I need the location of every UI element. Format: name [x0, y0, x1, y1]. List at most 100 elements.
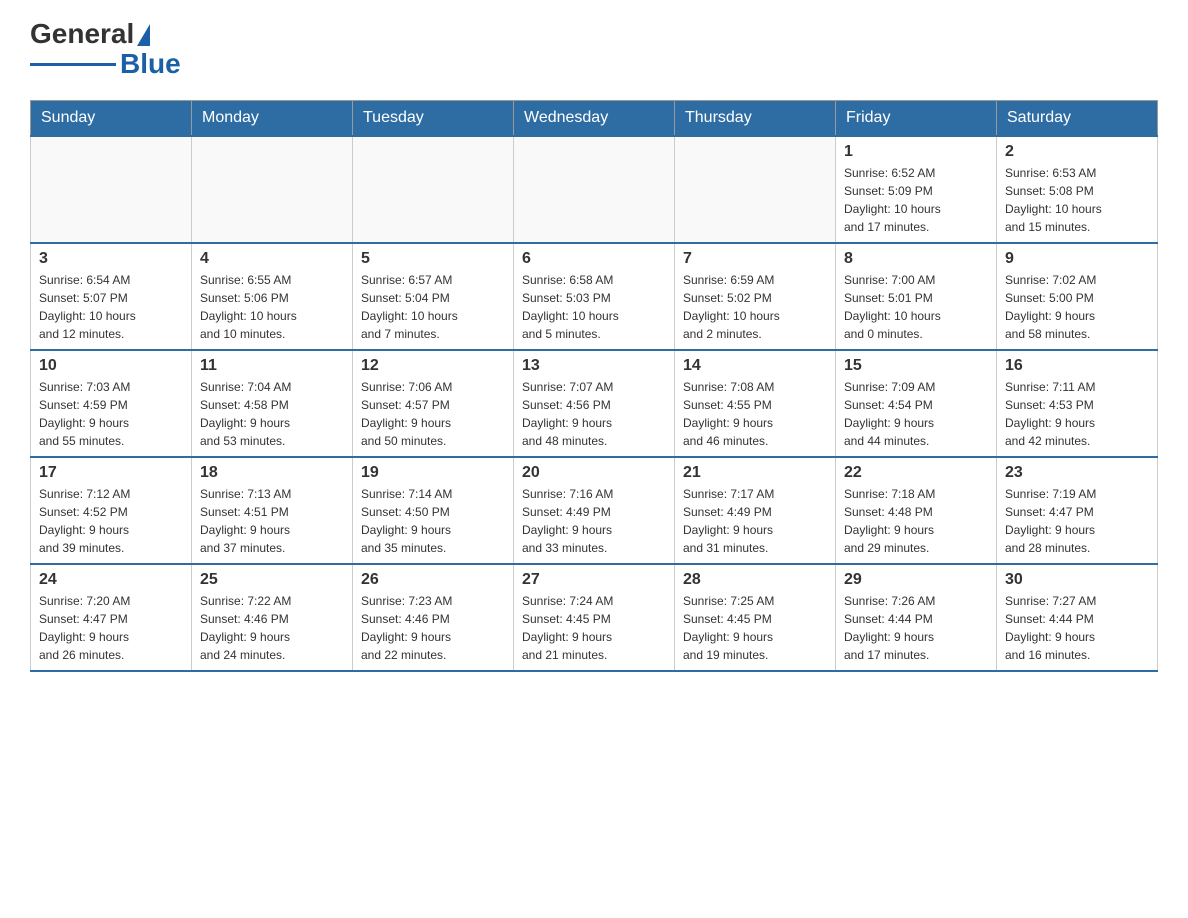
day-number: 22	[844, 464, 988, 482]
calendar-day-cell	[675, 136, 836, 243]
logo-line	[30, 63, 116, 66]
day-info: Sunrise: 7:25 AM Sunset: 4:45 PM Dayligh…	[683, 592, 827, 664]
calendar-day-cell: 3Sunrise: 6:54 AM Sunset: 5:07 PM Daylig…	[31, 243, 192, 350]
calendar-day-cell: 6Sunrise: 6:58 AM Sunset: 5:03 PM Daylig…	[514, 243, 675, 350]
day-number: 25	[200, 571, 344, 589]
day-info: Sunrise: 7:11 AM Sunset: 4:53 PM Dayligh…	[1005, 378, 1149, 450]
calendar-week-row: 3Sunrise: 6:54 AM Sunset: 5:07 PM Daylig…	[31, 243, 1158, 350]
day-info: Sunrise: 7:26 AM Sunset: 4:44 PM Dayligh…	[844, 592, 988, 664]
day-info: Sunrise: 7:22 AM Sunset: 4:46 PM Dayligh…	[200, 592, 344, 664]
day-info: Sunrise: 7:16 AM Sunset: 4:49 PM Dayligh…	[522, 485, 666, 557]
day-info: Sunrise: 7:00 AM Sunset: 5:01 PM Dayligh…	[844, 271, 988, 343]
day-number: 23	[1005, 464, 1149, 482]
calendar-day-cell: 5 Sunrise: 6:57 AM Sunset: 5:04 PM Daylig…	[353, 243, 514, 350]
day-number: 24	[39, 571, 183, 589]
day-info: Sunrise: 7:08 AM Sunset: 4:55 PM Dayligh…	[683, 378, 827, 450]
day-number: 1	[844, 143, 988, 161]
calendar-day-cell: 4 Sunrise: 6:55 AM Sunset: 5:06 PM Daylig…	[192, 243, 353, 350]
weekday-header: Monday	[192, 101, 353, 137]
calendar-day-cell: 16 Sunrise: 7:11 AM Sunset: 4:53 PM Dayli…	[997, 350, 1158, 457]
day-number: 14	[683, 357, 827, 375]
calendar-day-cell	[31, 136, 192, 243]
weekday-header: Sunday	[31, 101, 192, 137]
calendar-day-cell: 26 Sunrise: 7:23 AM Sunset: 4:46 PM Dayli…	[353, 564, 514, 671]
logo-triangle-icon	[137, 24, 150, 46]
day-number: 26	[361, 571, 505, 589]
weekday-header: Thursday	[675, 101, 836, 137]
calendar-day-cell: 19 Sunrise: 7:14 AM Sunset: 4:50 PM Dayli…	[353, 457, 514, 564]
day-info: Sunrise: 7:23 AM Sunset: 4:46 PM Dayligh…	[361, 592, 505, 664]
calendar-week-row: 24 Sunrise: 7:20 AM Sunset: 4:47 PM Dayli…	[31, 564, 1158, 671]
calendar-day-cell: 24 Sunrise: 7:20 AM Sunset: 4:47 PM Dayli…	[31, 564, 192, 671]
calendar-day-cell: 9Sunrise: 7:02 AM Sunset: 5:00 PM Daylig…	[997, 243, 1158, 350]
day-number: 28	[683, 571, 827, 589]
calendar-table: SundayMondayTuesdayWednesdayThursdayFrid…	[30, 100, 1158, 672]
day-info: Sunrise: 6:55 AM Sunset: 5:06 PM Dayligh…	[200, 271, 344, 343]
calendar-day-cell: 7Sunrise: 6:59 AM Sunset: 5:02 PM Daylig…	[675, 243, 836, 350]
calendar-day-cell: 25 Sunrise: 7:22 AM Sunset: 4:46 PM Dayli…	[192, 564, 353, 671]
calendar-day-cell: 30Sunrise: 7:27 AM Sunset: 4:44 PM Dayli…	[997, 564, 1158, 671]
day-info: Sunrise: 7:24 AM Sunset: 4:45 PM Dayligh…	[522, 592, 666, 664]
day-number: 5	[361, 250, 505, 268]
day-info: Sunrise: 6:53 AM Sunset: 5:08 PM Dayligh…	[1005, 164, 1149, 236]
day-number: 29	[844, 571, 988, 589]
calendar-day-cell: 2Sunrise: 6:53 AM Sunset: 5:08 PM Daylig…	[997, 136, 1158, 243]
calendar-day-cell: 27 Sunrise: 7:24 AM Sunset: 4:45 PM Dayli…	[514, 564, 675, 671]
day-number: 16	[1005, 357, 1149, 375]
calendar-day-cell: 23 Sunrise: 7:19 AM Sunset: 4:47 PM Dayli…	[997, 457, 1158, 564]
day-number: 20	[522, 464, 666, 482]
weekday-header-row: SundayMondayTuesdayWednesdayThursdayFrid…	[31, 101, 1158, 137]
day-info: Sunrise: 6:52 AM Sunset: 5:09 PM Dayligh…	[844, 164, 988, 236]
day-info: Sunrise: 6:57 AM Sunset: 5:04 PM Dayligh…	[361, 271, 505, 343]
calendar-day-cell	[353, 136, 514, 243]
day-number: 13	[522, 357, 666, 375]
weekday-header: Friday	[836, 101, 997, 137]
calendar-day-cell: 14 Sunrise: 7:08 AM Sunset: 4:55 PM Dayli…	[675, 350, 836, 457]
day-info: Sunrise: 7:03 AM Sunset: 4:59 PM Dayligh…	[39, 378, 183, 450]
calendar-day-cell: 21Sunrise: 7:17 AM Sunset: 4:49 PM Dayli…	[675, 457, 836, 564]
day-info: Sunrise: 7:20 AM Sunset: 4:47 PM Dayligh…	[39, 592, 183, 664]
day-info: Sunrise: 7:13 AM Sunset: 4:51 PM Dayligh…	[200, 485, 344, 557]
day-info: Sunrise: 7:07 AM Sunset: 4:56 PM Dayligh…	[522, 378, 666, 450]
calendar-day-cell	[192, 136, 353, 243]
calendar-day-cell: 1 Sunrise: 6:52 AM Sunset: 5:09 PM Daylig…	[836, 136, 997, 243]
calendar-day-cell: 20 Sunrise: 7:16 AM Sunset: 4:49 PM Dayli…	[514, 457, 675, 564]
logo-general: General	[30, 20, 134, 48]
logo-blue: Blue	[120, 48, 181, 80]
day-info: Sunrise: 6:59 AM Sunset: 5:02 PM Dayligh…	[683, 271, 827, 343]
calendar-week-row: 17 Sunrise: 7:12 AM Sunset: 4:52 PM Dayli…	[31, 457, 1158, 564]
calendar-day-cell: 11 Sunrise: 7:04 AM Sunset: 4:58 PM Dayli…	[192, 350, 353, 457]
weekday-header: Wednesday	[514, 101, 675, 137]
day-info: Sunrise: 7:12 AM Sunset: 4:52 PM Dayligh…	[39, 485, 183, 557]
day-info: Sunrise: 6:54 AM Sunset: 5:07 PM Dayligh…	[39, 271, 183, 343]
day-number: 8	[844, 250, 988, 268]
day-info: Sunrise: 7:04 AM Sunset: 4:58 PM Dayligh…	[200, 378, 344, 450]
calendar-day-cell: 13 Sunrise: 7:07 AM Sunset: 4:56 PM Dayli…	[514, 350, 675, 457]
day-number: 9	[1005, 250, 1149, 268]
calendar-day-cell: 15 Sunrise: 7:09 AM Sunset: 4:54 PM Dayli…	[836, 350, 997, 457]
day-info: Sunrise: 6:58 AM Sunset: 5:03 PM Dayligh…	[522, 271, 666, 343]
day-info: Sunrise: 7:14 AM Sunset: 4:50 PM Dayligh…	[361, 485, 505, 557]
day-number: 30	[1005, 571, 1149, 589]
day-number: 21	[683, 464, 827, 482]
calendar-week-row: 10Sunrise: 7:03 AM Sunset: 4:59 PM Dayli…	[31, 350, 1158, 457]
day-number: 27	[522, 571, 666, 589]
day-number: 11	[200, 357, 344, 375]
calendar-day-cell: 28 Sunrise: 7:25 AM Sunset: 4:45 PM Dayli…	[675, 564, 836, 671]
day-number: 15	[844, 357, 988, 375]
calendar-day-cell: 8 Sunrise: 7:00 AM Sunset: 5:01 PM Daylig…	[836, 243, 997, 350]
day-info: Sunrise: 7:19 AM Sunset: 4:47 PM Dayligh…	[1005, 485, 1149, 557]
day-info: Sunrise: 7:09 AM Sunset: 4:54 PM Dayligh…	[844, 378, 988, 450]
day-info: Sunrise: 7:06 AM Sunset: 4:57 PM Dayligh…	[361, 378, 505, 450]
calendar-day-cell: 29 Sunrise: 7:26 AM Sunset: 4:44 PM Dayli…	[836, 564, 997, 671]
day-number: 19	[361, 464, 505, 482]
day-info: Sunrise: 7:18 AM Sunset: 4:48 PM Dayligh…	[844, 485, 988, 557]
calendar-day-cell	[514, 136, 675, 243]
logo: General Blue	[30, 20, 181, 80]
day-number: 4	[200, 250, 344, 268]
weekday-header: Tuesday	[353, 101, 514, 137]
day-number: 18	[200, 464, 344, 482]
calendar-day-cell: 12Sunrise: 7:06 AM Sunset: 4:57 PM Dayli…	[353, 350, 514, 457]
day-number: 17	[39, 464, 183, 482]
calendar-day-cell: 22 Sunrise: 7:18 AM Sunset: 4:48 PM Dayli…	[836, 457, 997, 564]
